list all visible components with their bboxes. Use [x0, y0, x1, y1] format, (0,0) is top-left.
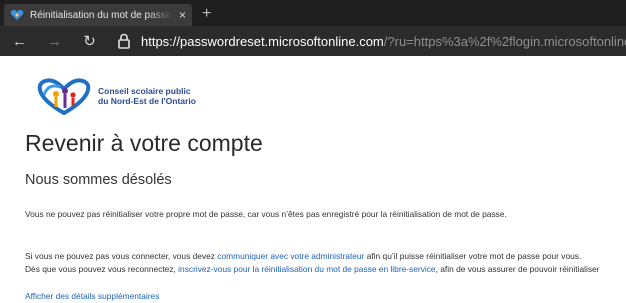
self-service-registration-link[interactable]: inscrivez-vous pour la réinitialisation … — [178, 264, 435, 274]
browser-nav-bar: ← → ↻ https://passwordreset.microsoftonl… — [0, 26, 626, 56]
contact-administrator-link[interactable]: communiquer avec votre administrateur — [217, 251, 364, 261]
url-host: https://passwordreset.microsoftonline.co… — [141, 33, 384, 49]
browser-tab[interactable]: Réinitialisation du mot de passe × — [4, 4, 192, 26]
address-bar[interactable]: https://passwordreset.microsoftonline.co… — [141, 34, 626, 49]
page-title: Revenir à votre compte — [25, 130, 263, 156]
tab-title: Réinitialisation du mot de passe — [30, 9, 172, 21]
reload-icon[interactable]: ↻ — [78, 32, 101, 50]
close-tab-icon[interactable]: × — [179, 8, 186, 22]
text-span: Dès que vous pouvez vous reconnectez, — [25, 264, 179, 274]
logo-line-2: du Nord-Est de l'Ontario — [98, 96, 196, 106]
text-span: afin qu’il puisse réinitialiser votre mo… — [364, 251, 582, 261]
error-message: Vous ne pouvez pas réinitialiser votre p… — [25, 209, 507, 219]
text-span: , afin de vous assurer de pouvoir réinit… — [435, 264, 600, 274]
browser-tab-strip: Réinitialisation du mot de passe × + — [0, 0, 626, 26]
error-subtitle: Nous sommes désolés — [25, 172, 172, 188]
new-tab-icon[interactable]: + — [202, 5, 211, 23]
register-paragraph: Dès que vous pouvez vous reconnectez, in… — [25, 264, 599, 274]
favicon-icon — [10, 9, 24, 21]
logo-line-1: Conseil scolaire public — [98, 86, 191, 96]
organization-logo: Conseil scolaire public du Nord-Est de l… — [36, 77, 196, 115]
lock-icon[interactable] — [117, 33, 131, 49]
text-span: Si vous ne pouvez pas vous connecter, vo… — [25, 251, 218, 261]
logo-text: Conseil scolaire public du Nord-Est de l… — [98, 86, 196, 106]
url-path: /?ru=https%3a%2f%2flogin.microsoftonline… — [383, 33, 626, 49]
details-paragraph: Afficher des détails supplémentaires — [25, 291, 159, 301]
back-arrow-icon[interactable]: ← — [8, 33, 31, 50]
contact-admin-paragraph: Si vous ne pouvez pas vous connecter, vo… — [25, 251, 581, 261]
forward-arrow-icon[interactable]: → — [43, 33, 66, 50]
logo-mark-icon — [37, 78, 91, 115]
show-more-details-link[interactable]: Afficher des détails supplémentaires — [25, 291, 159, 301]
